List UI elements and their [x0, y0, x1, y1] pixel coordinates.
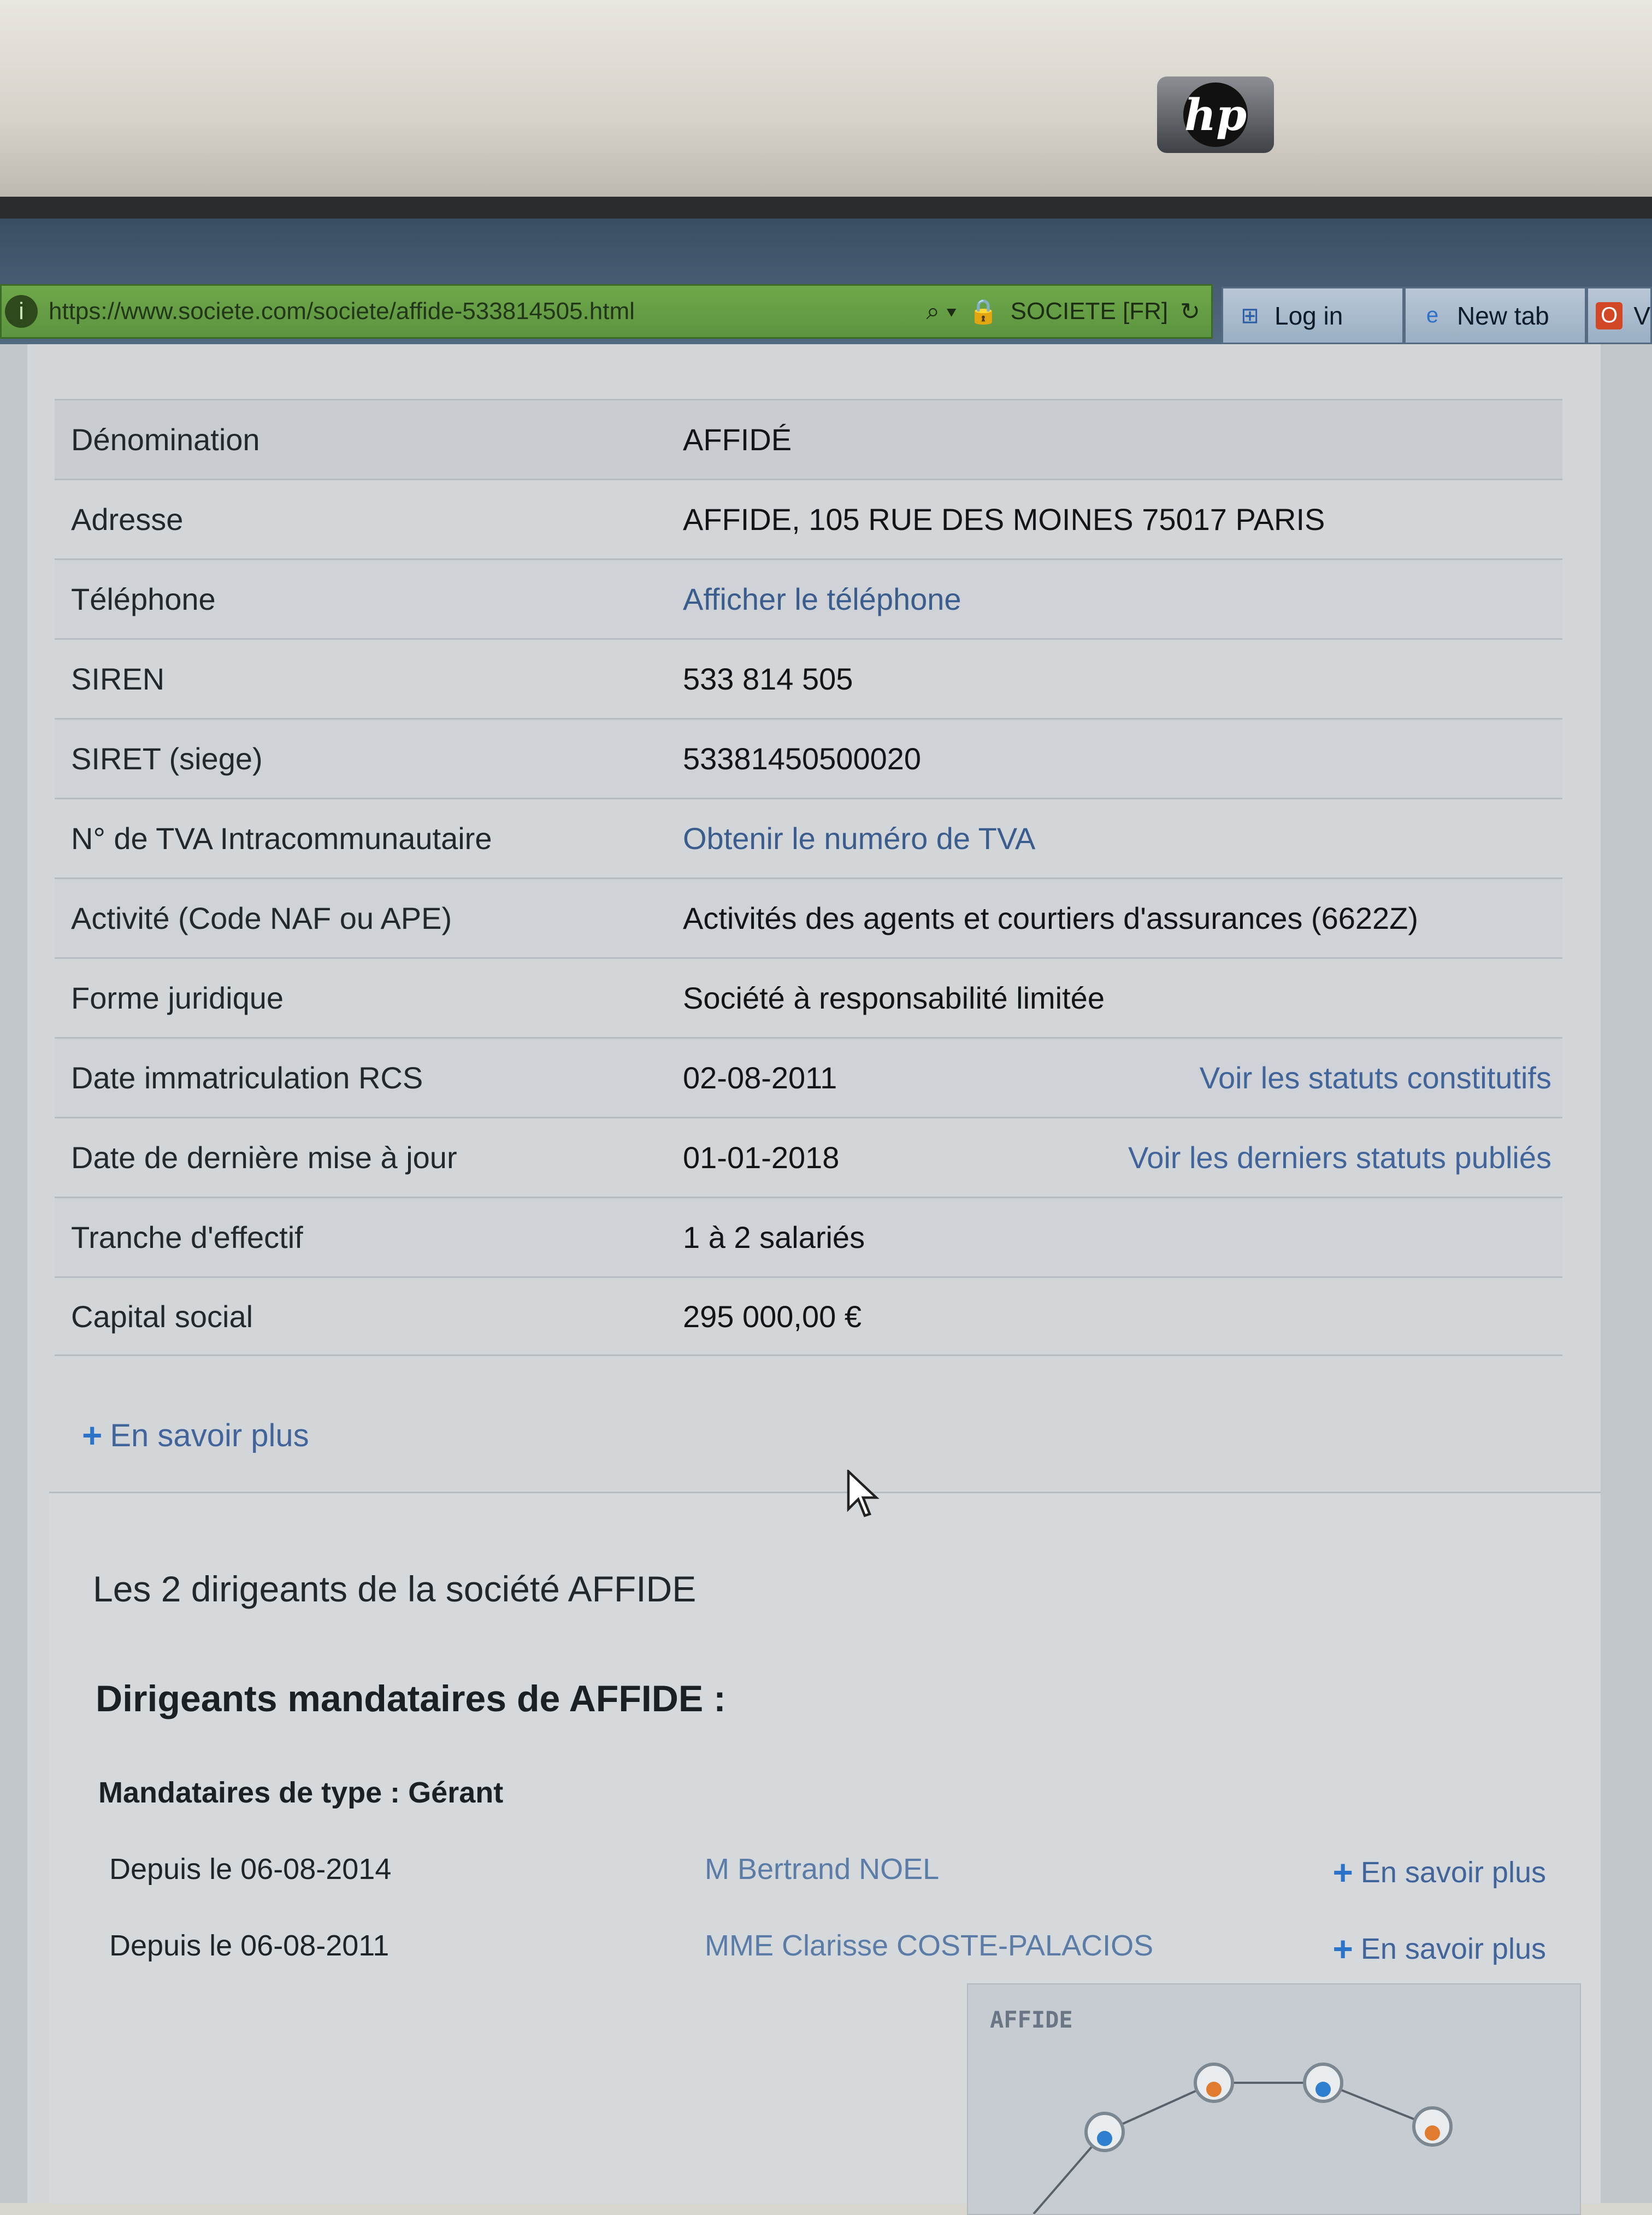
derniers-statuts-link[interactable]: Voir les derniers statuts publiés [1128, 1140, 1551, 1175]
url-text[interactable]: https://www.societe.com/societe/affide-5… [49, 298, 926, 325]
hp-logo: hp [1157, 76, 1274, 153]
graph-node [1194, 2063, 1234, 2103]
plus-icon: + [1332, 1853, 1353, 1892]
director-name-link[interactable]: MME Clarisse COSTE-PALACIOS [705, 1929, 1153, 1963]
graph-node [1412, 2106, 1453, 2147]
director-more-link[interactable]: + En savoir plus [1332, 1929, 1546, 1969]
mouse-cursor-icon [847, 1470, 880, 1517]
director-row: Depuis le 06-08-2014 M Bertrand NOEL + E… [109, 1852, 1546, 1893]
info-row-tva: N° de TVA Intracommunautaire Obtenir le … [55, 798, 1562, 877]
tab-v[interactable]: O V [1586, 287, 1652, 344]
directors-title: Les 2 dirigeants de la société AFFIDE [93, 1569, 697, 1609]
search-icon[interactable]: ⌕ ▾ [926, 298, 956, 325]
info-row-forme-juridique: Forme juridique Société à responsabilité… [55, 957, 1562, 1037]
tab-label: New tab [1457, 301, 1549, 330]
monitor-bezel [0, 0, 1652, 219]
directors-type: Mandataires de type : Gérant [98, 1776, 504, 1809]
tab-label: V [1633, 301, 1650, 330]
info-row-effectif: Tranche d'effectif 1 à 2 salariés [55, 1197, 1562, 1276]
info-row-date-mise-a-jour: Date de dernière mise à jour 01-01-2018 … [55, 1117, 1562, 1197]
address-bar[interactable]: i https://www.societe.com/societe/affide… [0, 284, 1213, 339]
info-row-siren: SIREN 533 814 505 [55, 638, 1562, 718]
info-row-denomination: Dénomination AFFIDÉ [55, 399, 1562, 479]
relationship-graph[interactable]: AFFIDE [967, 1983, 1581, 2215]
info-row-activite: Activité (Code NAF ou APE) Activités des… [55, 877, 1562, 957]
graph-node [1303, 2063, 1343, 2103]
sitemap-icon: ⊞ [1241, 303, 1259, 328]
site-badge[interactable]: SOCIETE [FR] [1011, 298, 1168, 325]
page-content: Dénomination AFFIDÉ Adresse AFFIDE, 105 … [0, 344, 1652, 2215]
statuts-constitutifs-link[interactable]: Voir les statuts constitutifs [1200, 1060, 1551, 1095]
info-row-telephone: Téléphone Afficher le téléphone [55, 558, 1562, 638]
refresh-icon[interactable]: ↻ [1180, 298, 1200, 326]
plus-icon: + [82, 1416, 103, 1455]
tab-label: Log in [1275, 301, 1343, 330]
graph-canvas [1032, 2063, 1453, 2214]
info-row-date-immatriculation: Date immatriculation RCS 02-08-2011 Voir… [55, 1037, 1562, 1117]
lock-icon[interactable]: 🔒 [969, 297, 999, 326]
info-row-capital: Capital social 295 000,00 € [55, 1276, 1562, 1356]
tab-new-tab[interactable]: e New tab [1404, 287, 1586, 344]
director-more-link[interactable]: + En savoir plus [1332, 1852, 1546, 1893]
office-icon: O [1596, 302, 1623, 329]
ie-icon: e [1426, 303, 1439, 327]
plus-icon: + [1332, 1929, 1353, 1969]
content-panel: Dénomination AFFIDÉ Adresse AFFIDE, 105 … [27, 344, 1601, 2215]
info-row-adresse: Adresse AFFIDE, 105 RUE DES MOINES 75017… [55, 479, 1562, 558]
info-row-siret: SIRET (siege) 53381450500020 [55, 718, 1562, 798]
monitor-bezel-edge [0, 197, 1652, 219]
directors-subtitle: Dirigeants mandataires de AFFIDE : [96, 1678, 726, 1719]
show-phone-link[interactable]: Afficher le téléphone [683, 581, 961, 617]
graph-node [1084, 2112, 1125, 2152]
director-name-link[interactable]: M Bertrand NOEL [705, 1852, 939, 1886]
en-savoir-plus-link[interactable]: + En savoir plus [82, 1415, 309, 1456]
info-icon[interactable]: i [5, 295, 38, 328]
tab-log-in[interactable]: ⊞ Log in [1222, 287, 1404, 344]
get-vat-link[interactable]: Obtenir le numéro de TVA [683, 821, 1035, 856]
director-row: Depuis le 06-08-2011 MME Clarisse COSTE-… [109, 1929, 1546, 1969]
